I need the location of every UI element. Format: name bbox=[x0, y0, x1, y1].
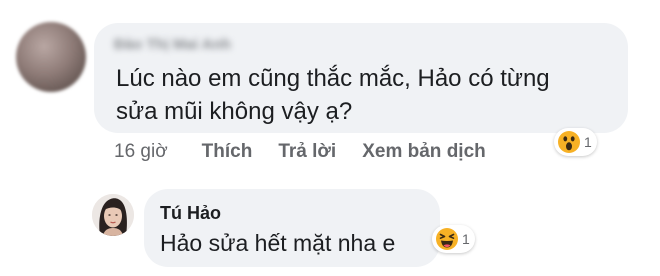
comment-reaction-badge[interactable]: 1 bbox=[554, 128, 597, 156]
comment-reaction-count: 1 bbox=[584, 134, 592, 150]
reply-author-name[interactable]: Tú Hảo bbox=[160, 203, 221, 224]
comment-text: Lúc nào em cũng thắc mắc, Hảo có từng sử… bbox=[116, 62, 550, 128]
reply-reaction-badge[interactable]: 1 bbox=[432, 225, 475, 253]
comment-timestamp[interactable]: 16 giờ bbox=[114, 141, 168, 163]
wow-emoji-icon bbox=[558, 131, 580, 153]
comment-text-line-1: Lúc nào em cũng thắc mắc, Hảo có từng bbox=[116, 65, 550, 92]
comment-meta-bar: 16 giờ Thích Trả lời Xem bản dịch bbox=[114, 141, 512, 163]
see-translation-button[interactable]: Xem bản dịch bbox=[362, 141, 486, 163]
reply-button[interactable]: Trả lời bbox=[278, 141, 336, 163]
reply-avatar-photo bbox=[92, 194, 134, 236]
haha-emoji-icon bbox=[436, 228, 458, 250]
reply-author-avatar[interactable] bbox=[92, 194, 134, 236]
comment-text-line-2: sửa mũi không vậy ạ? bbox=[116, 98, 353, 125]
reply-reaction-count: 1 bbox=[462, 231, 470, 247]
commenter-avatar[interactable] bbox=[16, 22, 86, 92]
reply-text: Hảo sửa hết mặt nha e bbox=[160, 230, 396, 256]
like-button[interactable]: Thích bbox=[202, 141, 253, 163]
comment-author-name[interactable]: Đào Thị Mai Anh bbox=[114, 36, 231, 53]
